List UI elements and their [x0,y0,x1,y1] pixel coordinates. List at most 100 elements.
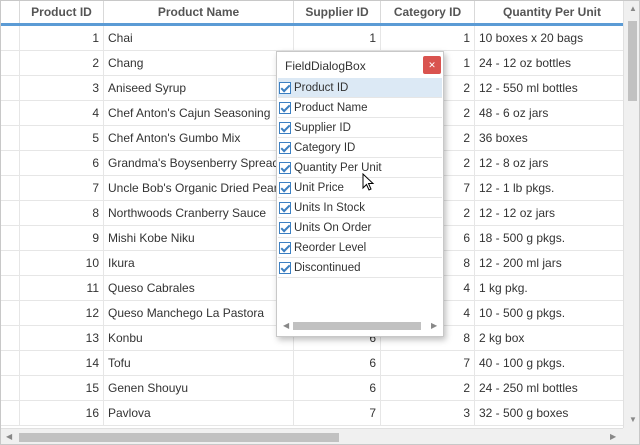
product-name-cell[interactable]: Konbu [104,326,294,350]
product-name-cell[interactable]: Grandma's Boysenberry Spread [104,151,294,175]
quantity-per-unit-cell[interactable]: 12 - 8 oz jars [475,151,630,175]
scroll-right-icon[interactable]: ▶ [610,433,616,441]
field-list-item[interactable]: Quantity Per Unit [278,158,442,178]
product-name-cell[interactable]: Tofu [104,351,294,375]
product-id-cell[interactable]: 12 [20,301,104,325]
product-name-cell[interactable]: Queso Manchego La Pastora [104,301,294,325]
quantity-per-unit-cell[interactable]: 12 - 550 ml bottles [475,76,630,100]
field-list-item[interactable]: Product ID [278,78,442,98]
product-id-cell[interactable]: 13 [20,326,104,350]
product-name-cell[interactable]: Ikura [104,251,294,275]
dialog-scroll-right-icon[interactable]: ▶ [431,322,437,330]
product-name-cell[interactable]: Chef Anton's Cajun Seasoning [104,101,294,125]
product-name-cell[interactable]: Queso Cabrales [104,276,294,300]
supplier-id-cell[interactable]: 6 [294,351,381,375]
vertical-scrollbar[interactable]: ▲ ▼ [623,1,639,428]
product-id-cell[interactable]: 7 [20,176,104,200]
category-id-cell[interactable]: 7 [381,351,475,375]
supplier-id-cell[interactable]: 6 [294,376,381,400]
quantity-per-unit-cell[interactable]: 18 - 500 g pkgs. [475,226,630,250]
product-name-cell[interactable]: Northwoods Cranberry Sauce [104,201,294,225]
field-list-item[interactable]: Product Name [278,98,442,118]
product-name-cell[interactable]: Pavlova [104,401,294,425]
dialog-scroll-left-icon[interactable]: ◀ [283,322,289,330]
quantity-per-unit-cell[interactable]: 24 - 12 oz bottles [475,51,630,75]
header-product-id[interactable]: Product ID [20,1,104,23]
table-row[interactable]: 16 Pavlova 7 3 32 - 500 g boxes [1,401,630,426]
field-dialog-box[interactable]: FieldDialogBox ✕ Product ID Product Name S… [276,51,444,337]
quantity-per-unit-cell[interactable]: 36 boxes [475,126,630,150]
product-name-cell[interactable]: Aniseed Syrup [104,76,294,100]
product-id-cell[interactable]: 14 [20,351,104,375]
field-label: Product Name [294,101,368,114]
field-checkbox[interactable] [279,121,291,134]
field-checkbox[interactable] [279,261,291,274]
product-id-cell[interactable]: 10 [20,251,104,275]
product-id-cell[interactable]: 2 [20,51,104,75]
product-id-cell[interactable]: 11 [20,276,104,300]
scroll-down-icon[interactable]: ▼ [629,416,637,424]
product-name-cell[interactable]: Chef Anton's Gumbo Mix [104,126,294,150]
product-id-cell[interactable]: 3 [20,76,104,100]
product-name-cell[interactable]: Chang [104,51,294,75]
quantity-per-unit-cell[interactable]: 10 - 500 g pkgs. [475,301,630,325]
field-list-item[interactable]: Units In Stock [278,198,442,218]
field-checkbox[interactable] [279,241,291,254]
field-list-item[interactable]: Supplier ID [278,118,442,138]
product-id-cell[interactable]: 8 [20,201,104,225]
quantity-per-unit-cell[interactable]: 12 - 1 lb pkgs. [475,176,630,200]
field-checkbox[interactable] [279,101,291,114]
header-category-id[interactable]: Category ID [381,1,475,23]
field-checkbox[interactable] [279,181,291,194]
scroll-left-icon[interactable]: ◀ [6,433,12,441]
field-checkbox[interactable] [279,81,291,94]
table-row[interactable]: 1 Chai 1 1 10 boxes x 20 bags [1,26,630,51]
dialog-horizontal-scrollbar[interactable]: ◀ ▶ [281,320,439,332]
field-list-item[interactable]: Unit Price [278,178,442,198]
field-checkbox[interactable] [279,201,291,214]
header-quantity-per-unit[interactable]: Quantity Per Unit [475,1,630,23]
scroll-up-icon[interactable]: ▲ [629,5,637,13]
category-id-cell[interactable]: 3 [381,401,475,425]
field-list-item[interactable]: Reorder Level [278,238,442,258]
field-list-item[interactable]: Category ID [278,138,442,158]
quantity-per-unit-cell[interactable]: 40 - 100 g pkgs. [475,351,630,375]
quantity-per-unit-cell[interactable]: 12 - 200 ml jars [475,251,630,275]
product-id-cell[interactable]: 6 [20,151,104,175]
quantity-per-unit-cell[interactable]: 2 kg box [475,326,630,350]
product-id-cell[interactable]: 1 [20,26,104,50]
field-checkbox[interactable] [279,221,291,234]
supplier-id-cell[interactable]: 1 [294,26,381,50]
quantity-per-unit-cell[interactable]: 48 - 6 oz jars [475,101,630,125]
product-name-cell[interactable]: Mishi Kobe Niku [104,226,294,250]
table-row[interactable]: 14 Tofu 6 7 40 - 100 g pkgs. [1,351,630,376]
product-id-cell[interactable]: 16 [20,401,104,425]
header-product-name[interactable]: Product Name [104,1,294,23]
quantity-per-unit-cell[interactable]: 1 kg pkg. [475,276,630,300]
category-id-cell[interactable]: 1 [381,26,475,50]
product-id-cell[interactable]: 5 [20,126,104,150]
product-id-cell[interactable]: 15 [20,376,104,400]
product-name-cell[interactable]: Genen Shouyu [104,376,294,400]
quantity-per-unit-cell[interactable]: 24 - 250 ml bottles [475,376,630,400]
header-supplier-id[interactable]: Supplier ID [294,1,381,23]
horizontal-scrollbar[interactable]: ◀ ▶ [1,428,623,444]
field-list-item[interactable]: Units On Order [278,218,442,238]
product-name-cell[interactable]: Chai [104,26,294,50]
category-id-cell[interactable]: 2 [381,376,475,400]
product-name-cell[interactable]: Uncle Bob's Organic Dried Pears [104,176,294,200]
field-list-item[interactable]: Discontinued [278,258,442,278]
horizontal-scroll-thumb[interactable] [19,433,339,442]
vertical-scroll-thumb[interactable] [628,21,637,101]
supplier-id-cell[interactable]: 7 [294,401,381,425]
close-button[interactable]: ✕ [423,56,441,74]
table-row[interactable]: 15 Genen Shouyu 6 2 24 - 250 ml bottles [1,376,630,401]
field-checkbox[interactable] [279,161,291,174]
quantity-per-unit-cell[interactable]: 32 - 500 g boxes [475,401,630,425]
product-id-cell[interactable]: 9 [20,226,104,250]
quantity-per-unit-cell[interactable]: 12 - 12 oz jars [475,201,630,225]
product-id-cell[interactable]: 4 [20,101,104,125]
dialog-scroll-thumb[interactable] [293,322,421,330]
field-checkbox[interactable] [279,141,291,154]
quantity-per-unit-cell[interactable]: 10 boxes x 20 bags [475,26,630,50]
